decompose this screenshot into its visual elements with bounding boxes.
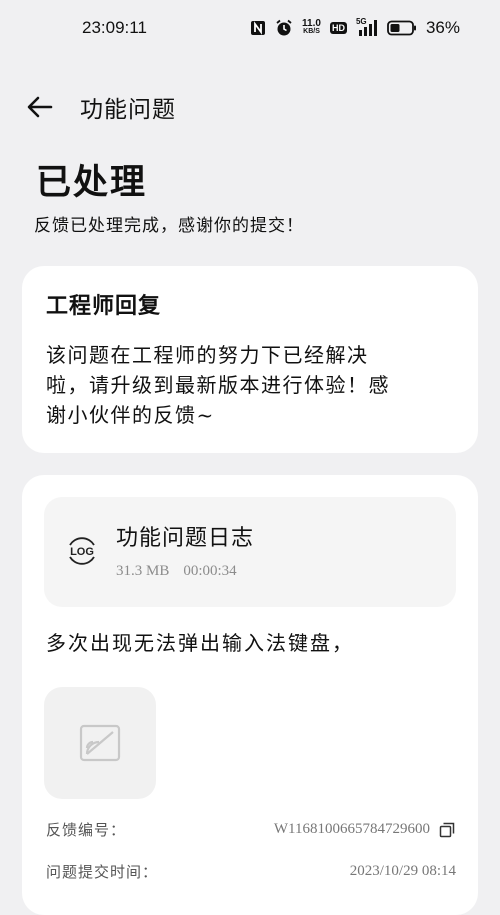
feedback-description: 多次出现无法弹出输入法键盘， — [46, 631, 354, 655]
copy-button[interactable] — [438, 821, 456, 839]
reply-line: 谢小伙伴的反馈~ — [46, 403, 215, 427]
engineer-reply-card: 工程师回复 该问题在工程师的努力下已经解决 啦，请升级到最新版本进行体验！感 谢… — [22, 266, 478, 453]
reply-title: 工程师回复 — [46, 293, 162, 319]
status-subtitle: 反馈已处理完成，感谢你的提交！ — [34, 216, 304, 236]
attachment-thumbnail[interactable] — [44, 687, 156, 799]
feedback-id-label: 反馈编号： — [46, 821, 127, 839]
feedback-id-row: 反馈编号： W1168100665784729600 — [46, 819, 456, 840]
log-file-item[interactable]: LOG 功能问题日志 31.3 MB 00:00:34 — [44, 497, 456, 607]
reply-line: 啦，请升级到最新版本进行体验！感 — [46, 373, 390, 397]
log-icon-text: LOG — [70, 546, 94, 558]
feedback-id-value-wrap: W1168100665784729600 — [274, 821, 456, 839]
top-nav: 功能问题 — [0, 80, 500, 134]
log-size: 31.3 MB — [116, 563, 170, 579]
page-title: 功能问题 — [80, 97, 176, 123]
hd-icon: HD — [329, 22, 347, 34]
battery-icon — [387, 20, 417, 36]
battery-percent: 36% — [425, 18, 460, 37]
submit-time-value: 2023/10/29 08:14 — [349, 863, 456, 879]
feedback-id-value: W1168100665784729600 — [273, 821, 430, 837]
nfc-icon — [250, 20, 266, 36]
status-heading: 已处理 — [36, 162, 148, 203]
image-placeholder-icon — [79, 724, 121, 762]
speed-value: 11.0 — [302, 18, 321, 29]
log-meta: 31.3 MB 00:00:34 — [116, 563, 237, 580]
log-icon: LOG — [64, 533, 100, 569]
log-duration: 00:00:34 — [183, 563, 237, 579]
reply-line: 该问题在工程师的努力下已经解决 — [46, 343, 369, 367]
back-arrow-icon — [27, 96, 53, 118]
status-bar: 23:09:11 11.0 KB/S HD 5G 36% — [0, 0, 500, 56]
submit-time-row: 问题提交时间： 2023/10/29 08:14 — [46, 861, 456, 882]
network-speed: 11.0 KB/S — [302, 18, 321, 36]
status-icons: 11.0 KB/S HD 5G 36% — [250, 17, 460, 38]
log-title: 功能问题日志 — [116, 526, 255, 551]
submit-time-label: 问题提交时间： — [46, 863, 159, 881]
back-button[interactable] — [20, 87, 60, 127]
speed-unit: KB/S — [303, 28, 320, 35]
status-time: 23:09:11 — [82, 18, 147, 37]
signal-icon: 5G — [356, 17, 378, 36]
alarm-icon — [275, 19, 293, 37]
copy-icon — [439, 822, 455, 837]
feedback-detail-card: LOG 功能问题日志 31.3 MB 00:00:34 多次出现无法弹出输入法键… — [22, 475, 478, 915]
reply-body: 该问题在工程师的努力下已经解决 啦，请升级到最新版本进行体验！感 谢小伙伴的反馈… — [46, 340, 460, 430]
